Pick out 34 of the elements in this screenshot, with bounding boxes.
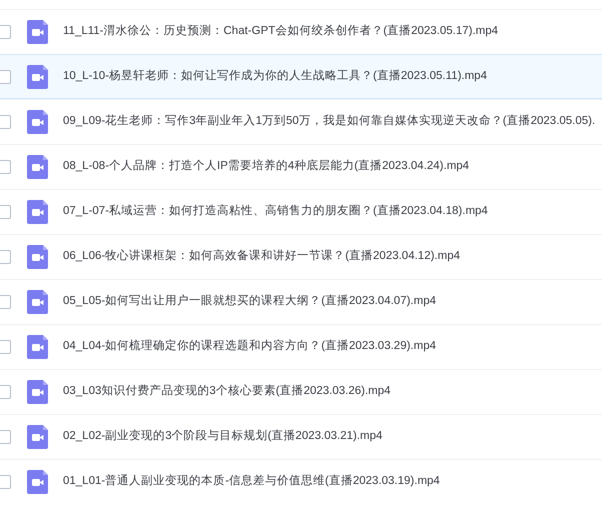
- checkbox[interactable]: [0, 430, 11, 444]
- checkbox[interactable]: [0, 295, 11, 309]
- video-file-icon: [27, 200, 48, 224]
- file-name: 09_L09-花生老师：写作3年副业年入1万到50万，我是如何靠自媒体实现逆天改命？(直播2023.05.05).: [63, 113, 596, 130]
- checkbox[interactable]: [0, 25, 11, 39]
- video-file-icon: [27, 470, 48, 494]
- file-name: 01_L01-普通人副业变现的本质-信息差与价值思维(直播2023.03.19).mp4: [63, 473, 440, 490]
- video-file-icon: [27, 64, 48, 88]
- file-name: 06_L06-牧心讲课框架：如何高效备课和讲好一节课？(直播2023.04.12).mp4: [63, 248, 460, 264]
- video-file-icon: [27, 20, 48, 44]
- checkbox[interactable]: [0, 160, 11, 174]
- file-name: 04_L04-如何梳理确定你的课程选题和内容方向？(直播2023.03.29).mp4: [63, 338, 436, 354]
- checkbox[interactable]: [0, 475, 11, 489]
- checkbox[interactable]: [0, 340, 11, 354]
- video-file-icon: [27, 245, 48, 269]
- video-file-icon: [27, 380, 48, 404]
- file-name: 10_L-10-杨昱轩老师：如何让写作成为你的人生战略工具？(直播2023.05.11).mp4: [63, 68, 487, 84]
- file-name: 07_L-07-私域运营：如何打造高粘性、高销售力的朋友圈？(直播2023.04.18).mp4: [63, 203, 488, 220]
- file-name: 08_L-08-个人品牌：打造个人IP需要培养的4种底层能力(直播2023.04.24).mp4: [63, 158, 470, 174]
- checkbox[interactable]: [0, 385, 11, 399]
- file-name: 11_L11-渭水徐公：历史预测：Chat-GPT会如何绞杀创作者？(直播2023.05.17).mp4: [63, 23, 498, 40]
- file-name: 02_L02-副业变现的3个阶段与目标规划(直播2023.03.21).mp4: [63, 428, 382, 444]
- video-file-icon: [27, 290, 48, 314]
- video-file-icon: [27, 110, 48, 134]
- checkbox[interactable]: [0, 70, 11, 84]
- file-row[interactable]: 10_L-10-杨昱轩老师：如何让写作成为你的人生战略工具？(直播2023.05.11).mp4: [0, 54, 602, 99]
- video-file-icon: [27, 155, 48, 179]
- file-name: 03_L03知识付费产品变现的3个核心要素(直播2023.03.26).mp4: [63, 383, 391, 400]
- file-name: 05_L05-如何写出让用户一眼就想买的课程大纲？(直播2023.04.07).mp4: [63, 293, 436, 310]
- checkbox[interactable]: [0, 250, 11, 264]
- checkbox[interactable]: [0, 205, 11, 219]
- video-file-icon: [27, 425, 48, 449]
- checkbox[interactable]: [0, 115, 11, 129]
- video-file-icon: [27, 335, 48, 359]
